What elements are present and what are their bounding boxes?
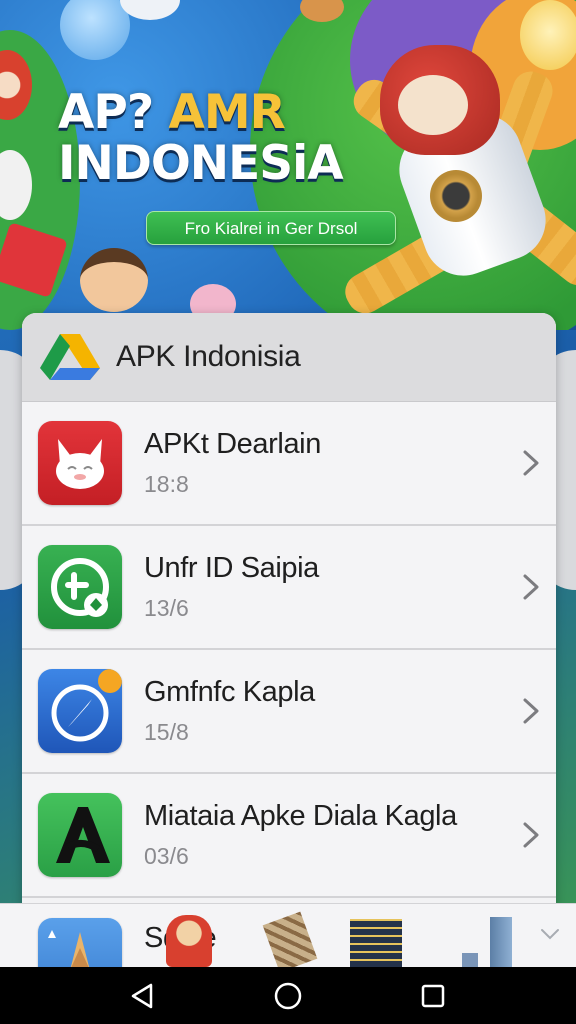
app-meta: 18:8 — [144, 471, 189, 497]
app-screen: AP? AMR INDONESiA Fro Kialrei in Ger Drs… — [0, 0, 576, 1024]
rocket-launch-icon — [38, 918, 122, 967]
tower-illustration — [262, 911, 318, 967]
back-button[interactable] — [123, 976, 163, 1016]
banner-title: AP? AMR INDONESiA — [58, 85, 344, 191]
recents-square-icon — [422, 984, 445, 1007]
skyscraper-small-illustration — [462, 953, 478, 967]
clock-leaf-icon — [38, 545, 122, 629]
fox-face-icon — [38, 421, 122, 505]
app-list-card: APK Indonisia APKt Dearlain 18:8 Unfr ID… — [22, 313, 556, 913]
home-circle-icon — [274, 982, 302, 1009]
banner-pill-button[interactable]: Fro Kialrei in Ger Drsol — [146, 211, 396, 245]
list-item[interactable]: Unfr ID Saipia 13/6 — [22, 526, 556, 650]
chevron-right-icon — [523, 698, 539, 724]
banner-title-white: AP? — [58, 85, 169, 140]
banner-title-accent: AMR — [168, 85, 285, 140]
recents-button[interactable] — [413, 976, 453, 1016]
building-illustration — [350, 919, 402, 967]
banner-title-line2: INDONESiA — [58, 135, 344, 191]
list-item[interactable]: Miataia Apke Diala Kagla 03/6 — [22, 774, 556, 898]
chevron-down-icon[interactable] — [538, 926, 562, 942]
google-drive-icon — [40, 334, 100, 380]
fox-face-mascot — [398, 75, 468, 135]
boy-mascot-illustration — [80, 248, 148, 312]
app-name: Gmfnfc Kapla — [144, 676, 315, 708]
list-item[interactable]: Gmfnfc Kapla 15/8 — [22, 650, 556, 774]
mascot-illustration — [166, 915, 212, 967]
skyscraper-illustration — [490, 917, 512, 967]
card-header: APK Indonisia — [22, 313, 556, 402]
yellow-mascot-illustration — [520, 0, 576, 70]
bottom-partial-row[interactable]: Sdlhe — [0, 903, 576, 967]
app-meta: 15/8 — [144, 719, 189, 745]
letter-a-icon — [38, 793, 122, 877]
app-name: Miataia Apke Diala Kagla — [144, 800, 457, 832]
app-name: Unfr ID Saipia — [144, 552, 319, 584]
card-title: APK Indonisia — [116, 340, 301, 373]
app-name: APKt Dearlain — [144, 428, 321, 460]
chevron-right-icon — [523, 822, 539, 848]
rocket-porthole — [430, 170, 482, 222]
app-meta: 13/6 — [144, 595, 189, 621]
app-meta: 03/6 — [144, 843, 189, 869]
list-item[interactable]: APKt Dearlain 18:8 — [22, 402, 556, 526]
navigation-bar — [0, 967, 576, 1024]
chevron-right-icon — [523, 450, 539, 476]
compass-icon — [38, 669, 122, 753]
back-triangle-icon — [131, 983, 152, 1008]
hero-banner[interactable]: AP? AMR INDONESiA Fro Kialrei in Ger Drs… — [0, 0, 576, 330]
home-button[interactable] — [268, 976, 308, 1016]
chevron-right-icon — [523, 574, 539, 600]
